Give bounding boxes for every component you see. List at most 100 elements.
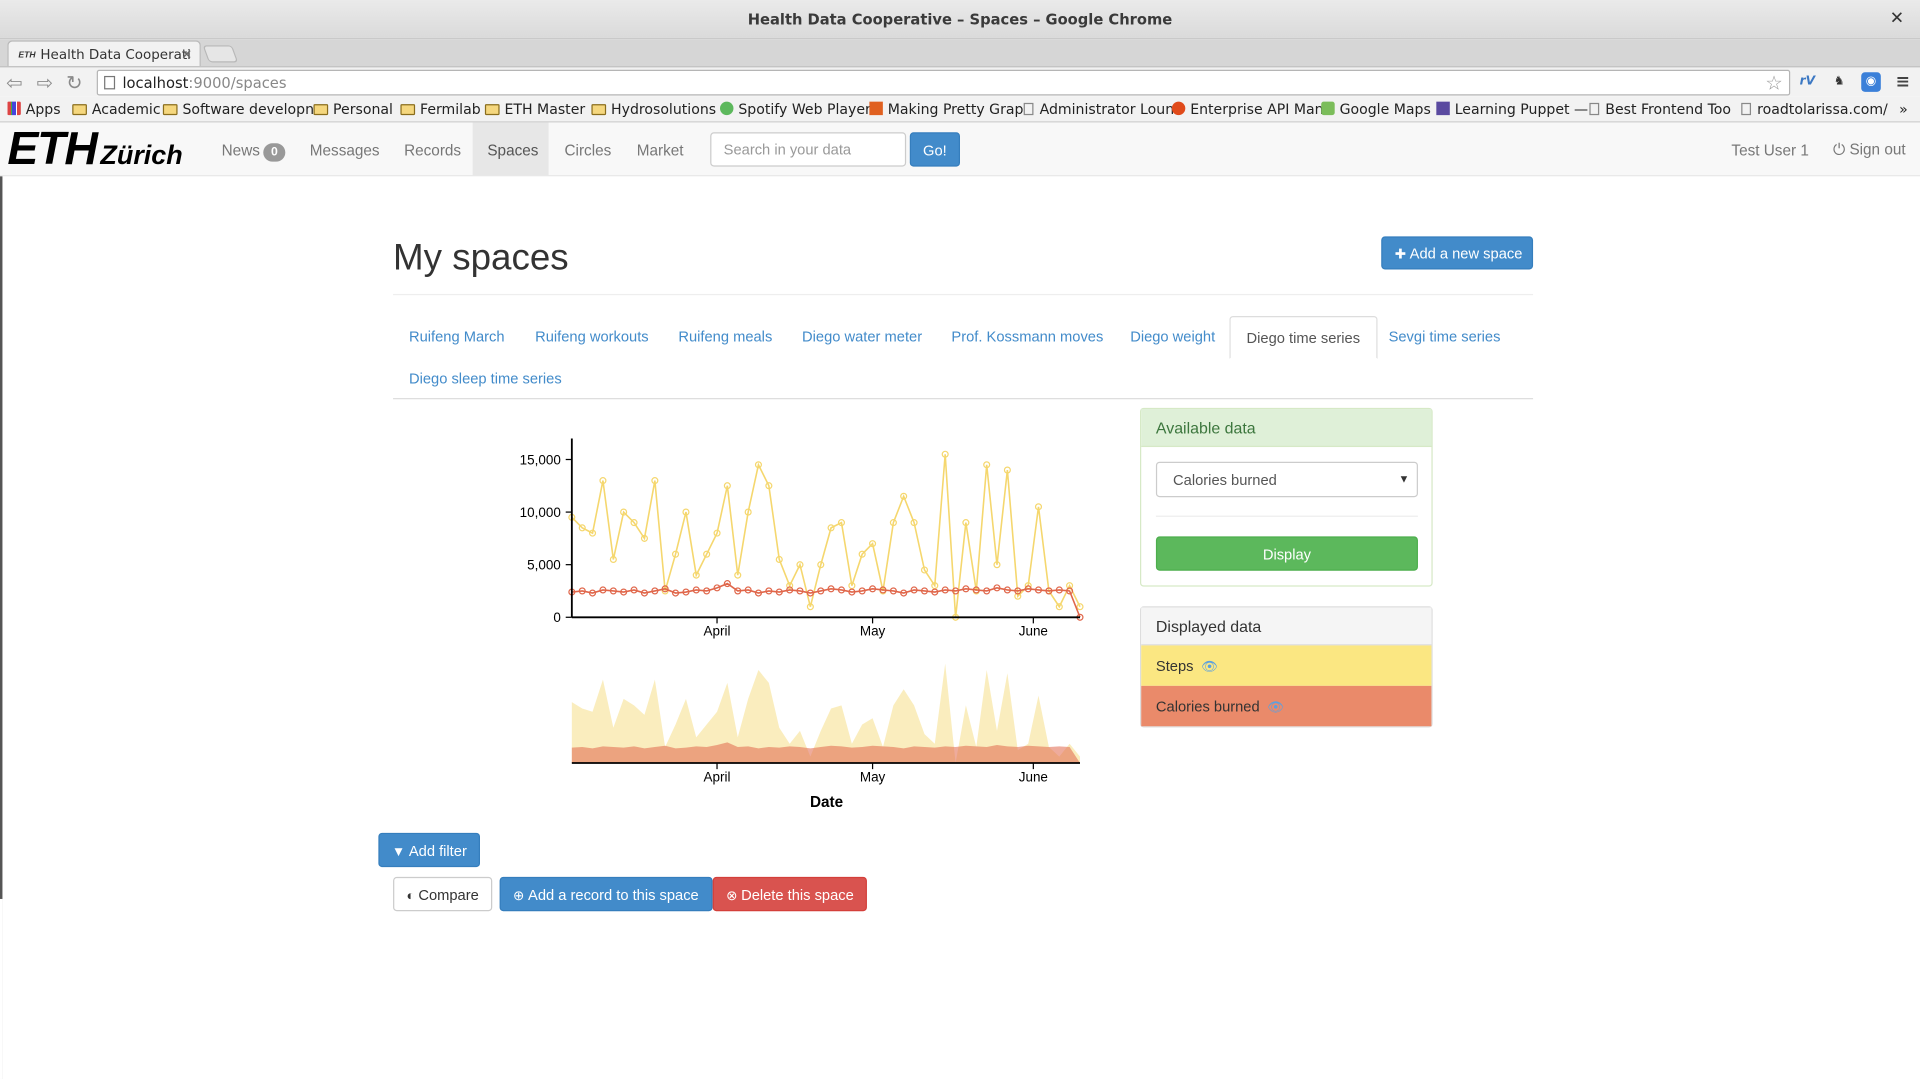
matlab-icon (869, 101, 883, 116)
logo-sub: Zürich (100, 139, 183, 171)
displayed-item-label: Calories burned (1155, 698, 1260, 716)
context-x-tick-label: June (1019, 769, 1048, 784)
add-filter-button[interactable]: ▼ Add filter (378, 832, 481, 868)
tab-diego-weight[interactable]: Diego weight (1114, 316, 1231, 358)
page-icon (1589, 102, 1600, 116)
tab-favicon-icon: ETH (18, 51, 36, 61)
nav-circles[interactable]: Circles (550, 122, 626, 175)
plus-icon: ✚ (1394, 247, 1406, 263)
window-close-icon[interactable]: ✕ (1890, 9, 1904, 29)
panel-divider (1155, 515, 1418, 517)
address-bar[interactable]: localhost:9000/spaces ☆ (96, 69, 1791, 96)
bookmark-admin-lounge[interactable]: Administrator Loun (1023, 100, 1174, 118)
tab-ruifeng-march[interactable]: Ruifeng March (393, 316, 520, 358)
add-space-button[interactable]: ✚ Add a new space (1381, 236, 1534, 270)
sign-out-link[interactable]: ⏻ Sign out (1833, 141, 1906, 159)
context-x-tick-label: April (704, 769, 731, 784)
data-select-value: Calories burned (1173, 471, 1277, 489)
bookmark-hydrosolutions[interactable]: Hydrosolutions (591, 100, 716, 118)
visibility-toggle-icon[interactable]: 👁 (1201, 660, 1218, 675)
extension-icon[interactable]: ◉ (1861, 72, 1881, 92)
folder-icon (400, 104, 416, 116)
tab-diego-time-series[interactable]: Diego time series (1229, 315, 1378, 359)
bookmark-roadtolarissa[interactable]: roadtolarissa.com/ (1741, 100, 1888, 118)
tab-close-icon[interactable]: ✕ (181, 47, 192, 63)
bookmark-fermilab[interactable]: Fermilab (400, 100, 481, 118)
y-tick-label: 10,000 (520, 505, 561, 520)
url-path: :9000/spaces (188, 74, 287, 92)
browser-toolbar: ⇦ ⇨ ↻ localhost:9000/spaces ☆ rV ♞ ◉ ≡ (0, 66, 1920, 97)
folder-icon (162, 104, 178, 116)
display-button[interactable]: Display (1155, 536, 1418, 571)
tab-ruifeng-workouts[interactable]: Ruifeng workouts (519, 316, 664, 358)
go-button[interactable]: Go! (909, 132, 961, 167)
y-tick-label: 5,000 (527, 558, 561, 573)
data-select[interactable]: Calories burned ▼ (1155, 461, 1418, 498)
eth-logo[interactable]: ETH Zürich (7, 126, 183, 173)
news-count-badge: 0 (263, 143, 286, 162)
y-tick-label: 0 (553, 610, 560, 625)
page-icon (104, 75, 116, 90)
compare-button[interactable]: ◐ Compare (393, 876, 493, 912)
visibility-toggle-icon[interactable]: 👁 (1267, 701, 1284, 716)
api-icon (1171, 101, 1186, 116)
nav-messages[interactable]: Messages (295, 122, 394, 175)
window-titlebar: Health Data Cooperative – Spaces – Googl… (0, 0, 1920, 40)
tab-strip: ETH Health Data Cooperati ✕ (0, 39, 1920, 68)
user-name-link[interactable]: Test User 1 (1731, 142, 1808, 159)
bookmark-star-icon[interactable]: ☆ (1765, 71, 1783, 94)
tab-diego-water-meter[interactable]: Diego water meter (786, 316, 938, 358)
bookmark-academic[interactable]: Academic (72, 100, 161, 118)
page-content: My spaces ✚ Add a new space Ruifeng March… (0, 176, 1920, 1079)
tab-sevgi-time-series[interactable]: Sevgi time series (1373, 316, 1517, 358)
displayed-item-steps[interactable]: Steps 👁 (1141, 645, 1432, 686)
bookmark-learning-puppet[interactable]: Learning Puppet — (1436, 100, 1588, 118)
nav-records[interactable]: Records (389, 122, 475, 175)
bookmark-enterprise-api[interactable]: Enterprise API Man (1171, 100, 1324, 118)
delete-space-button[interactable]: ⊗ Delete this space (712, 876, 868, 912)
add-record-button[interactable]: ⊕ Add a record to this space (499, 876, 713, 912)
bookmark-eth-master[interactable]: ETH Master (484, 100, 585, 118)
forward-icon[interactable]: ⇨ (37, 71, 53, 94)
x-tick-label: May (860, 624, 886, 639)
nav-news[interactable]: News 0 (207, 122, 300, 175)
bookmark-software[interactable]: Software developn (162, 100, 314, 118)
url-host: localhost (122, 74, 189, 92)
rv-extension-icon[interactable]: rV (1798, 72, 1818, 92)
tab-ruifeng-meals[interactable]: Ruifeng meals (662, 316, 788, 358)
chevron-down-icon: ▼ (1398, 472, 1410, 485)
app-navbar: ETH Zürich News 0 Messages Records Spaces … (0, 122, 1920, 177)
new-tab-button[interactable] (202, 45, 239, 63)
folder-icon (72, 104, 87, 116)
reload-icon[interactable]: ↻ (66, 71, 82, 94)
bookmark-personal[interactable]: Personal (313, 100, 393, 118)
available-data-panel: Available data Calories burned ▼ Display (1140, 407, 1433, 587)
tab-prof-kossmann-moves[interactable]: Prof. Kossmann moves (936, 316, 1120, 358)
bookmark-spotify[interactable]: Spotify Web Player (720, 100, 871, 118)
folder-icon (591, 104, 607, 116)
filter-icon: ▼ (391, 845, 406, 860)
x-tick-label: April (704, 624, 731, 639)
page-title: My spaces (393, 237, 569, 279)
bookmarks-overflow-icon[interactable]: » (1899, 100, 1908, 117)
browser-tab[interactable]: ETH Health Data Cooperati ✕ (7, 40, 201, 68)
remove-circle-icon: ⊗ (726, 889, 738, 904)
nav-spaces[interactable]: Spaces (472, 122, 549, 176)
menu-icon[interactable]: ≡ (1893, 72, 1913, 92)
puppet-icon (1436, 101, 1450, 116)
plus-circle-icon: ⊕ (513, 889, 525, 904)
contrast-icon: ◐ (406, 889, 415, 904)
bookmark-pretty-graphs[interactable]: Making Pretty Grap (869, 100, 1023, 118)
x-axis-label: Date (810, 794, 843, 811)
evernote-extension-icon[interactable]: ♞ (1829, 72, 1849, 92)
search-input[interactable] (710, 132, 907, 167)
bookmark-best-frontend[interactable]: Best Frontend Too (1589, 100, 1731, 118)
tab-diego-sleep-time-series[interactable]: Diego sleep time series (393, 358, 578, 400)
bookmark-google-maps[interactable]: Google Maps (1321, 100, 1431, 118)
available-data-heading: Available data (1141, 409, 1432, 448)
displayed-item-calories[interactable]: Calories burned 👁 (1141, 685, 1432, 727)
nav-market[interactable]: Market (622, 122, 698, 175)
bookmark-apps[interactable]: Apps (7, 100, 61, 118)
time-series-chart[interactable]: 0 5,000 10,000 15,000 April April May May June J… (498, 421, 1110, 825)
back-icon[interactable]: ⇦ (6, 71, 22, 94)
